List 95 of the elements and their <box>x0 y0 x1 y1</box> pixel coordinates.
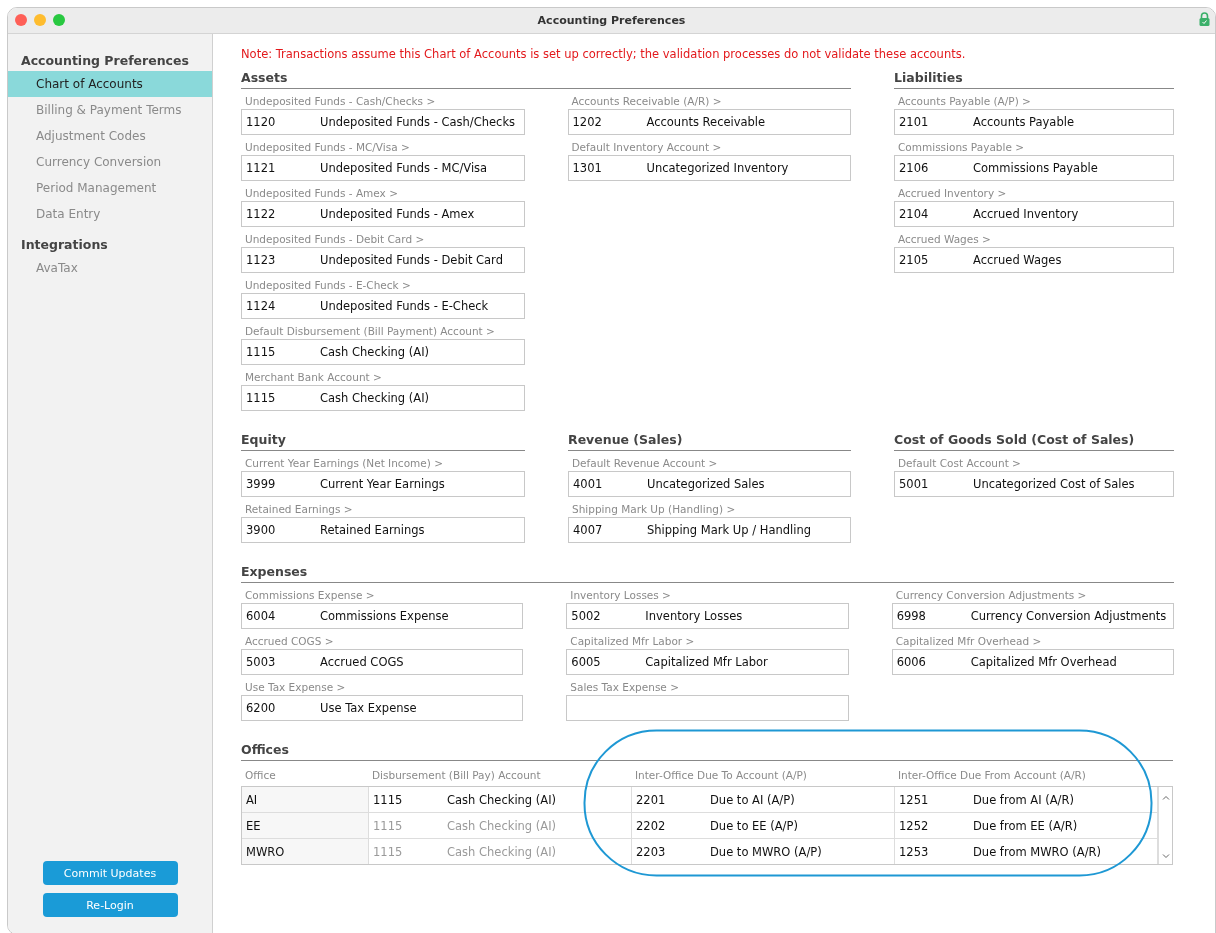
sidebar-item[interactable]: Data Entry <box>8 201 212 227</box>
commit-button[interactable]: Commit Updates <box>42 861 178 885</box>
field-label[interactable]: Accounts Receivable (A/R) > <box>567 93 722 109</box>
account-cell[interactable]: 2201 Due to AI (A/P) <box>632 787 895 812</box>
field-label[interactable]: Sales Tax Expense > <box>566 679 679 695</box>
account-cell[interactable]: 1252 Due from EE (A/R) <box>895 813 1158 838</box>
scroll-down-icon[interactable] <box>1161 854 1170 859</box>
lock-icon <box>1199 12 1210 26</box>
column-header: Inter-Office Due To Account (A/P) <box>634 769 808 781</box>
field-label[interactable]: Commissions Expense > <box>241 587 375 603</box>
warning-note: Note: Transactions assume this Chart of Accounts is set up correctly; the validation processes do not validate these accounts. <box>241 46 967 63</box>
account-cell[interactable]: 1251 Due from AI (A/R) <box>895 787 1158 812</box>
account-field[interactable]: 4007 Shipping Mark Up / Handling <box>568 517 851 543</box>
account-cell[interactable]: 2203 Due to MWRO (A/P) <box>632 839 895 864</box>
field-label[interactable]: Accounts Payable (A/P) > <box>894 93 1031 109</box>
field-label[interactable]: Default Cost Account > <box>894 455 1021 471</box>
sidebar-item[interactable]: Billing & Payment Terms <box>8 97 212 123</box>
account-field[interactable]: 5002 Inventory Losses <box>566 603 849 629</box>
account-cell[interactable]: 1115 Cash Checking (AI) <box>369 813 632 838</box>
account-field[interactable]: 3900 Retained Earnings <box>241 517 525 543</box>
field-label[interactable]: Default Inventory Account > <box>567 139 722 155</box>
account-field[interactable]: 1124 Undeposited Funds - E-Check <box>241 293 525 319</box>
account-field[interactable]: 2106 Commissions Payable <box>894 155 1174 181</box>
field-label[interactable]: Undeposited Funds - Debit Card > <box>241 231 425 247</box>
account-field[interactable]: 2101 Accounts Payable <box>894 109 1174 135</box>
account-cell[interactable]: 1115 Cash Checking (AI) <box>369 839 632 864</box>
account-field[interactable]: 5001 Uncategorized Cost of Sales <box>894 471 1174 497</box>
account-field[interactable]: 3999 Current Year Earnings <box>241 471 525 497</box>
account-field[interactable]: 6004 Commissions Expense <box>241 603 524 629</box>
section-heading: Revenue (Sales) <box>568 431 851 451</box>
column-header: Disbursement (Bill Pay) Account <box>371 769 542 781</box>
column-header: Office <box>244 769 277 781</box>
window-title: Accounting Preferences <box>537 14 686 27</box>
field-label[interactable]: Undeposited Funds - E-Check > <box>241 277 411 293</box>
account-cell[interactable]: 1115 Cash Checking (AI) <box>369 787 632 812</box>
scroll-up-icon[interactable] <box>1161 795 1170 800</box>
account-field[interactable]: 1115 Cash Checking (AI) <box>241 385 525 411</box>
section-heading: Liabilities <box>894 69 1174 89</box>
account-field[interactable]: 6006 Capitalized Mfr Overhead <box>891 649 1174 675</box>
field-label[interactable]: Accrued Inventory > <box>894 185 1007 201</box>
field-label[interactable]: Accrued COGS > <box>241 633 334 649</box>
account-field[interactable]: 4001 Uncategorized Sales <box>568 471 851 497</box>
sidebar-item[interactable]: Adjustment Codes <box>8 123 212 149</box>
account-field[interactable]: 2105 Accrued Wages <box>894 247 1174 273</box>
section-heading: Offices <box>241 741 1173 761</box>
close-button[interactable] <box>15 14 27 26</box>
field-label[interactable]: Merchant Bank Account > <box>241 369 382 385</box>
account-field[interactable]: 6200 Use Tax Expense <box>241 695 524 721</box>
account-field[interactable]: 1121 Undeposited Funds - MC/Visa <box>241 155 525 181</box>
field-label[interactable]: Default Disbursement (Bill Payment) Account > <box>241 323 495 339</box>
sidebar-heading: Accounting Preferences <box>20 52 190 70</box>
scroll-bar[interactable] <box>1158 787 1172 864</box>
account-field[interactable]: 1202 Accounts Receivable <box>567 109 851 135</box>
office-cell: AI <box>242 787 369 812</box>
field-label[interactable]: Undeposited Funds - Amex > <box>241 185 398 201</box>
minimize-button[interactable] <box>34 14 46 26</box>
office-cell: MWRO <box>242 839 369 864</box>
field-label[interactable]: Undeposited Funds - Cash/Checks > <box>241 93 436 109</box>
field-label[interactable]: Commissions Payable > <box>894 139 1024 155</box>
field-label[interactable]: Retained Earnings > <box>241 501 353 517</box>
account-field[interactable]: 1123 Undeposited Funds - Debit Card <box>241 247 525 273</box>
account-field[interactable]: 5003 Accrued COGS <box>241 649 524 675</box>
login-button[interactable]: Re-Login <box>42 893 178 917</box>
field-label[interactable]: Undeposited Funds - MC/Visa > <box>241 139 410 155</box>
section-heading: Equity <box>241 431 525 451</box>
account-cell[interactable]: 1253 Due from MWRO (A/R) <box>895 839 1158 864</box>
account-field[interactable]: 1115 Cash Checking (AI) <box>241 339 525 365</box>
field-label[interactable]: Capitalized Mfr Overhead > <box>891 633 1042 649</box>
field-label[interactable]: Default Revenue Account > <box>568 455 718 471</box>
section-heading: Cost of Goods Sold (Cost of Sales) <box>894 431 1174 451</box>
sidebar-item[interactable]: AvaTax <box>8 255 212 281</box>
office-cell: EE <box>242 813 369 838</box>
zoom-button[interactable] <box>53 14 65 26</box>
sidebar-item[interactable]: Currency Conversion <box>8 149 212 175</box>
field-label[interactable]: Current Year Earnings (Net Income) > <box>241 455 443 471</box>
account-field[interactable] <box>566 695 849 721</box>
sidebar-item[interactable]: Chart of Accounts <box>8 71 212 97</box>
field-label[interactable]: Use Tax Expense > <box>241 679 346 695</box>
field-label[interactable]: Capitalized Mfr Labor > <box>566 633 695 649</box>
field-label[interactable]: Shipping Mark Up (Handling) > <box>568 501 736 517</box>
account-cell[interactable]: 2202 Due to EE (A/P) <box>632 813 895 838</box>
sidebar-heading: Integrations <box>20 236 109 254</box>
account-field[interactable]: 1301 Uncategorized Inventory <box>567 155 851 181</box>
account-field[interactable]: 1122 Undeposited Funds - Amex <box>241 201 525 227</box>
account-field[interactable]: 6998 Currency Conversion Adjustments <box>891 603 1174 629</box>
account-field[interactable]: 6005 Capitalized Mfr Labor <box>566 649 849 675</box>
account-field[interactable]: 1120 Undeposited Funds - Cash/Checks <box>241 109 525 135</box>
field-label[interactable]: Inventory Losses > <box>566 587 671 603</box>
section-heading: Assets <box>241 69 851 89</box>
sidebar-item[interactable]: Period Management <box>8 175 212 201</box>
field-label[interactable]: Accrued Wages > <box>894 231 991 247</box>
field-label[interactable]: Currency Conversion Adjustments > <box>891 587 1087 603</box>
section-heading: Expenses <box>241 563 1174 583</box>
account-field[interactable]: 2104 Accrued Inventory <box>894 201 1174 227</box>
column-header: Inter-Office Due From Account (A/R) <box>897 769 1087 781</box>
